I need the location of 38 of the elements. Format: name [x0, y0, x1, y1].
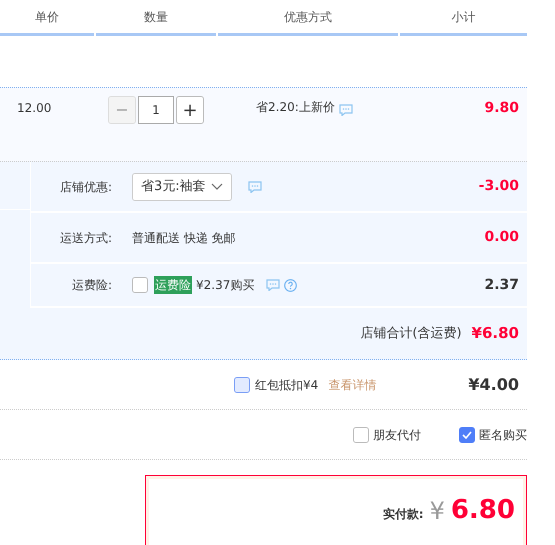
- help-icon[interactable]: [284, 278, 298, 292]
- row-amount: 2.37: [484, 276, 520, 294]
- comment-icon[interactable]: [266, 279, 280, 291]
- shop-total-label: 店铺合计(含运费): [360, 324, 462, 343]
- checkbox[interactable]: [353, 426, 369, 442]
- shop-total-amount: ¥6.80: [472, 323, 519, 344]
- comment-icon[interactable]: [338, 104, 353, 116]
- payment-amount: 6.80: [450, 494, 515, 527]
- row-label: 运费险:: [70, 277, 112, 294]
- option-label: 朋友代付: [373, 426, 421, 444]
- option-label: 匿名购买: [479, 426, 527, 444]
- item-subtotal: 9.80: [483, 99, 520, 118]
- promo-text: 省2.20:上新价: [256, 99, 335, 116]
- column-header: 单价: [0, 0, 94, 36]
- checkbox[interactable]: [132, 277, 148, 293]
- column-header: 数量: [96, 0, 216, 36]
- checkbox[interactable]: [459, 426, 475, 442]
- chevron-down-icon: [211, 182, 223, 190]
- currency-symbol: ¥: [430, 496, 445, 527]
- row-label: 运送方式:: [58, 230, 112, 246]
- unit-price: 12.00: [16, 100, 52, 117]
- row-amount: -3.00: [478, 177, 520, 196]
- shipping-method: 普通配送 快递 免邮: [132, 230, 236, 246]
- insurance-price: ¥2.37购买: [196, 277, 254, 294]
- payment-label: 实付款:: [382, 506, 424, 523]
- row-label: 店铺优惠:: [58, 178, 112, 196]
- column-header: 小计: [400, 0, 527, 36]
- quantity-field[interactable]: 1: [138, 96, 174, 124]
- deduction-amount: ¥4.00: [468, 374, 520, 396]
- column-header: 优惠方式: [218, 0, 398, 36]
- increase-button[interactable]: +: [176, 96, 204, 124]
- shop-discount-select[interactable]: 省3元:袖套: [132, 172, 232, 200]
- check-icon: [462, 430, 472, 438]
- insurance-tag: 运费险: [154, 276, 192, 294]
- checkbox[interactable]: [234, 376, 250, 392]
- deduction-label: 红包抵扣¥4: [255, 376, 318, 394]
- row-amount: 0.00: [484, 228, 520, 247]
- comment-icon[interactable]: [248, 180, 262, 192]
